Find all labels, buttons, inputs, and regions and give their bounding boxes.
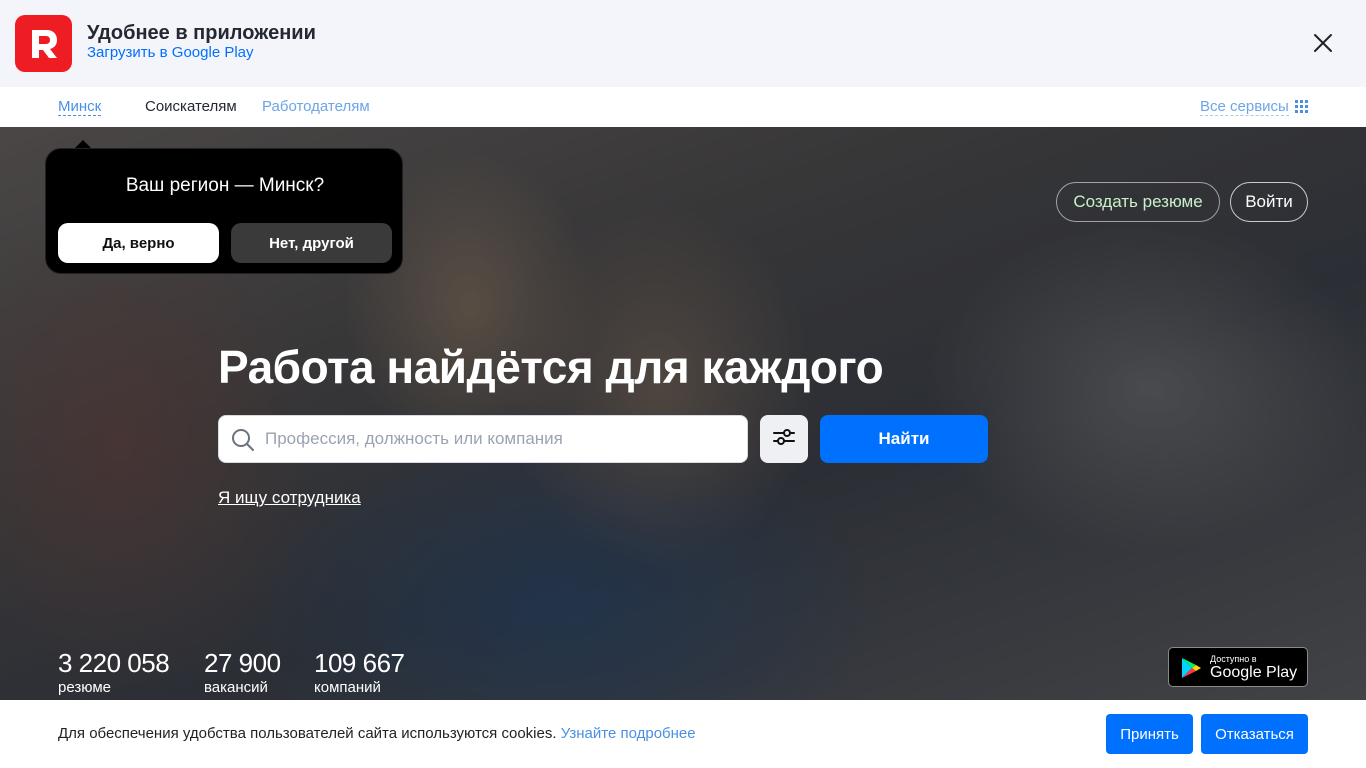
search-icon xyxy=(231,428,255,452)
search-input[interactable] xyxy=(265,416,735,462)
cookie-learn-more-link[interactable]: Узнайте подробнее xyxy=(561,725,696,742)
hero-title: Работа найдётся для каждого xyxy=(218,341,884,393)
region-question: Ваш регион — Минск? xyxy=(125,175,325,196)
sliders-icon xyxy=(772,425,796,454)
stat-vacancies: 27 900 вакансий xyxy=(204,648,281,698)
stat-resumes: 3 220 058 резюме xyxy=(58,648,170,698)
cookie-decline-button[interactable]: Отказаться xyxy=(1201,714,1308,754)
grid-icon[interactable] xyxy=(1295,100,1308,113)
badge-store-name: Google Play xyxy=(1210,664,1298,681)
login-button[interactable]: Войти xyxy=(1230,182,1308,222)
stat-label: вакансий xyxy=(204,679,268,696)
nav-item-employers[interactable]: Работодателям xyxy=(262,98,370,115)
google-play-download-link[interactable]: Загрузить в Google Play xyxy=(87,44,254,61)
all-services-link[interactable]: Все сервисы xyxy=(1200,98,1289,116)
app-banner-title: Удобнее в приложении xyxy=(87,22,316,44)
find-button[interactable]: Найти xyxy=(820,415,988,463)
rabota-logo-icon[interactable] xyxy=(15,15,72,72)
cookie-consent-bar: Для обеспечения удобства пользователей с… xyxy=(0,700,1366,768)
create-resume-button[interactable]: Создать резюме xyxy=(1056,182,1220,222)
nav-item-seekers[interactable]: Соискателям xyxy=(145,98,237,115)
cookie-message: Для обеспечения удобства пользователей с… xyxy=(58,725,696,742)
badge-caption: Доступно в xyxy=(1210,654,1257,664)
employer-search-link[interactable]: Я ищу сотрудника xyxy=(218,488,361,508)
cookie-accept-button[interactable]: Принять xyxy=(1106,714,1193,754)
google-play-badge[interactable]: Доступно в Google Play xyxy=(1168,647,1308,687)
stat-label: резюме xyxy=(58,679,111,696)
filter-button[interactable] xyxy=(760,415,808,463)
region-yes-button[interactable]: Да, верно xyxy=(58,223,219,263)
stat-value: 27 900 xyxy=(204,648,281,678)
stat-value: 109 667 xyxy=(314,648,405,678)
stat-companies: 109 667 компаний xyxy=(314,648,405,698)
region-confirm-popup: Ваш регион — Минск? Да, верно Нет, друго… xyxy=(45,148,403,274)
cookie-text: Для обеспечения удобства пользователей с… xyxy=(58,725,557,742)
region-no-button[interactable]: Нет, другой xyxy=(231,223,392,263)
search-box xyxy=(218,415,748,463)
google-play-icon xyxy=(1179,656,1203,680)
top-navigation: Минск Соискателям Работодателям Все серв… xyxy=(0,87,1366,127)
city-selector[interactable]: Минск xyxy=(58,98,102,116)
app-download-banner: Удобнее в приложении Загрузить в Google … xyxy=(0,0,1366,87)
stat-value: 3 220 058 xyxy=(58,648,170,678)
stat-label: компаний xyxy=(314,679,381,696)
close-icon[interactable] xyxy=(1310,30,1336,56)
